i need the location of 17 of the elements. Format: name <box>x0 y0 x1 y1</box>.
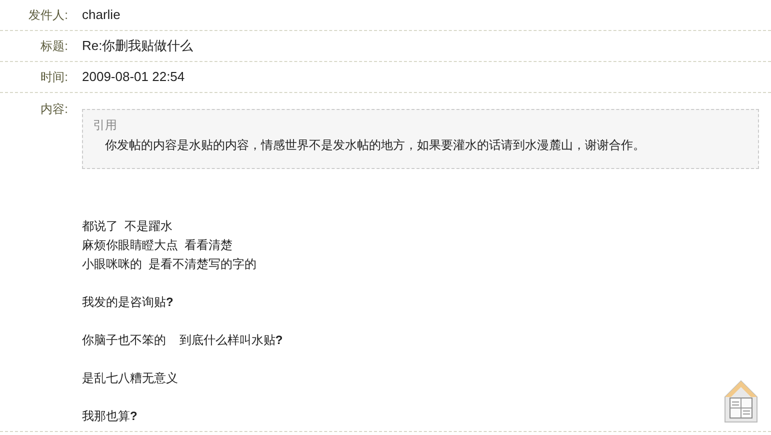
field-label: 标题: <box>40 39 68 53</box>
message-line: 麻烦你眼睛瞪大点 看看清楚 <box>82 237 233 254</box>
field-value: charlie <box>82 6 120 24</box>
field-label: 发件人: <box>28 8 68 22</box>
quote-title: 引用 <box>93 117 117 134</box>
house-icon[interactable] <box>723 379 759 423</box>
field-label: 内容: <box>40 102 68 116</box>
message-line: 是乱七八糟无意义 <box>82 370 178 387</box>
field-label: 时间: <box>40 70 68 84</box>
message-line: 你脑子也不笨的 到底什么样叫水贴? <box>82 332 283 349</box>
quote-text: 你发帖的内容是水贴的内容，情感世界不是发水帖的地方，如果要灌水的话请到水漫麓山，谢谢合作。 <box>104 137 645 154</box>
message-line: 我那也算? <box>82 408 138 425</box>
message-line: 我发的是咨询贴? <box>82 294 174 311</box>
field-value: 2009-08-01 22:54 <box>82 68 185 86</box>
message-line: 小眼咪咪的 是看不清楚写的字的 <box>82 256 257 273</box>
message-line: 都说了 不是躍水 <box>82 218 173 235</box>
field-value: Re:你删我贴做什么 <box>82 37 194 56</box>
